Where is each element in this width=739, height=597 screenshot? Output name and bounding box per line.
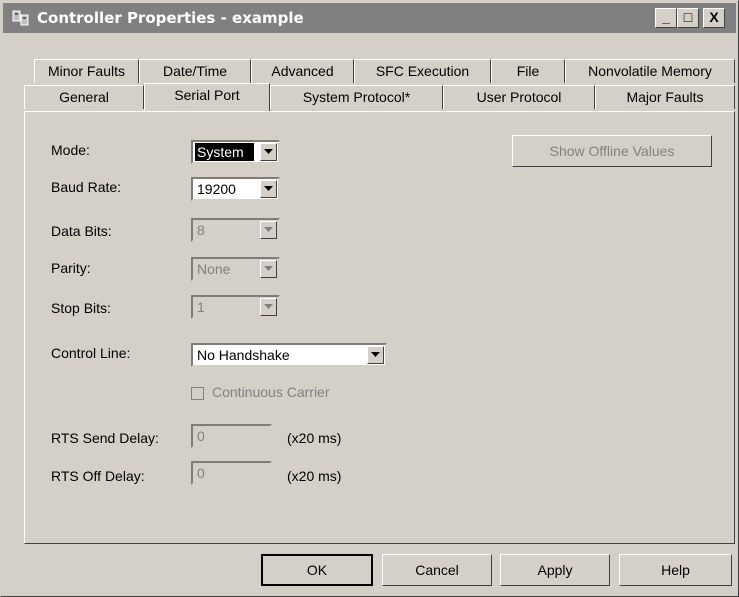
dropdown-arrow[interactable]: [260, 143, 277, 161]
rts-off-delay-input[interactable]: 0: [191, 461, 272, 485]
tab-label: Nonvolatile Memory: [588, 63, 712, 79]
baud-rate-value: 19200: [197, 181, 236, 197]
dropdown-arrow[interactable]: [260, 260, 277, 278]
chevron-down-icon: [264, 149, 273, 154]
tab-sfc-execution[interactable]: SFC Execution: [354, 59, 491, 83]
mode-value: System: [195, 143, 254, 161]
rts-off-delay-value: 0: [197, 465, 205, 481]
rts-off-delay-unit: (x20 ms): [287, 468, 342, 484]
parity-value: None: [197, 261, 231, 277]
controller-properties-dialog: Controller Properties - example _ □ X Mi…: [0, 0, 739, 597]
tab-major-faults[interactable]: Major Faults: [595, 85, 735, 109]
tab-label: Major Faults: [626, 89, 704, 105]
tab-minor-faults[interactable]: Minor Faults: [34, 59, 139, 83]
maximize-icon: □: [683, 9, 693, 25]
dropdown-arrow[interactable]: [367, 346, 384, 364]
stop-bits-label: Stop Bits:: [51, 300, 111, 316]
parity-label: Parity:: [51, 260, 91, 276]
title-bar[interactable]: Controller Properties - example _ □ X: [3, 3, 736, 33]
tab-label: Advanced: [271, 63, 334, 79]
continuous-carrier-checkbox[interactable]: [191, 387, 204, 400]
parity-select[interactable]: None: [191, 257, 280, 281]
close-button[interactable]: X: [703, 8, 725, 28]
rts-send-delay-label: RTS Send Delay:: [51, 430, 159, 446]
rts-off-delay-label: RTS Off Delay:: [51, 468, 145, 484]
stop-bits-select[interactable]: 1: [191, 295, 280, 319]
control-line-select[interactable]: No Handshake: [191, 343, 387, 367]
minimize-button[interactable]: _: [655, 8, 677, 28]
tab-label: System Protocol*: [302, 89, 411, 105]
tab-label: General: [59, 89, 109, 105]
tab-label: SFC Execution: [375, 63, 470, 79]
tab-label: Serial Port: [174, 87, 240, 103]
tab-nonvolatile-memory[interactable]: Nonvolatile Memory: [565, 59, 735, 83]
rts-send-delay-unit: (x20 ms): [287, 430, 342, 446]
tab-label: Minor Faults: [47, 63, 126, 79]
tab-system-protocol[interactable]: System Protocol*: [270, 85, 443, 109]
maximize-button[interactable]: □: [677, 8, 699, 28]
data-bits-label: Data Bits:: [51, 223, 112, 239]
cancel-button[interactable]: Cancel: [382, 554, 492, 586]
mode-label: Mode:: [51, 142, 90, 158]
close-icon: X: [709, 9, 719, 25]
mode-select[interactable]: System: [191, 140, 280, 164]
tab-label: File: [516, 63, 540, 79]
tab-date-time[interactable]: Date/Time: [139, 59, 251, 83]
chevron-down-icon: [264, 266, 273, 271]
dropdown-arrow[interactable]: [260, 221, 277, 239]
tab-label: User Protocol: [476, 89, 562, 105]
baud-rate-label: Baud Rate:: [51, 179, 122, 195]
dropdown-arrow[interactable]: [260, 180, 277, 198]
baud-rate-select[interactable]: 19200: [191, 177, 280, 201]
rts-send-delay-input[interactable]: 0: [191, 424, 272, 448]
tab-user-protocol[interactable]: User Protocol: [443, 85, 595, 109]
control-line-value: No Handshake: [197, 347, 290, 363]
continuous-carrier-label: Continuous Carrier: [212, 384, 330, 400]
chevron-down-icon: [264, 227, 273, 232]
show-offline-values-button[interactable]: Show Offline Values: [512, 135, 712, 167]
rts-send-delay-value: 0: [197, 428, 205, 444]
window-title: Controller Properties - example: [37, 9, 304, 27]
apply-button[interactable]: Apply: [500, 554, 610, 586]
help-button[interactable]: Help: [619, 554, 732, 586]
tab-serial-port[interactable]: Serial Port: [144, 83, 270, 111]
ok-button[interactable]: OK: [261, 554, 373, 586]
data-bits-value: 8: [197, 222, 205, 238]
minimize-icon: _: [662, 9, 670, 25]
dropdown-arrow[interactable]: [260, 298, 277, 316]
tab-general[interactable]: General: [24, 85, 144, 109]
control-line-label: Control Line:: [51, 345, 131, 361]
chevron-down-icon: [264, 304, 273, 309]
tab-file[interactable]: File: [491, 59, 565, 83]
chevron-down-icon: [264, 186, 273, 191]
tab-advanced[interactable]: Advanced: [251, 59, 354, 83]
data-bits-select[interactable]: 8: [191, 218, 280, 242]
stop-bits-value: 1: [197, 299, 205, 315]
tab-label: Date/Time: [162, 63, 228, 79]
controller-app-icon: [12, 10, 29, 26]
chevron-down-icon: [371, 352, 380, 357]
serial-port-panel: Mode: System Show Offline Values Baud Ra…: [24, 111, 735, 544]
